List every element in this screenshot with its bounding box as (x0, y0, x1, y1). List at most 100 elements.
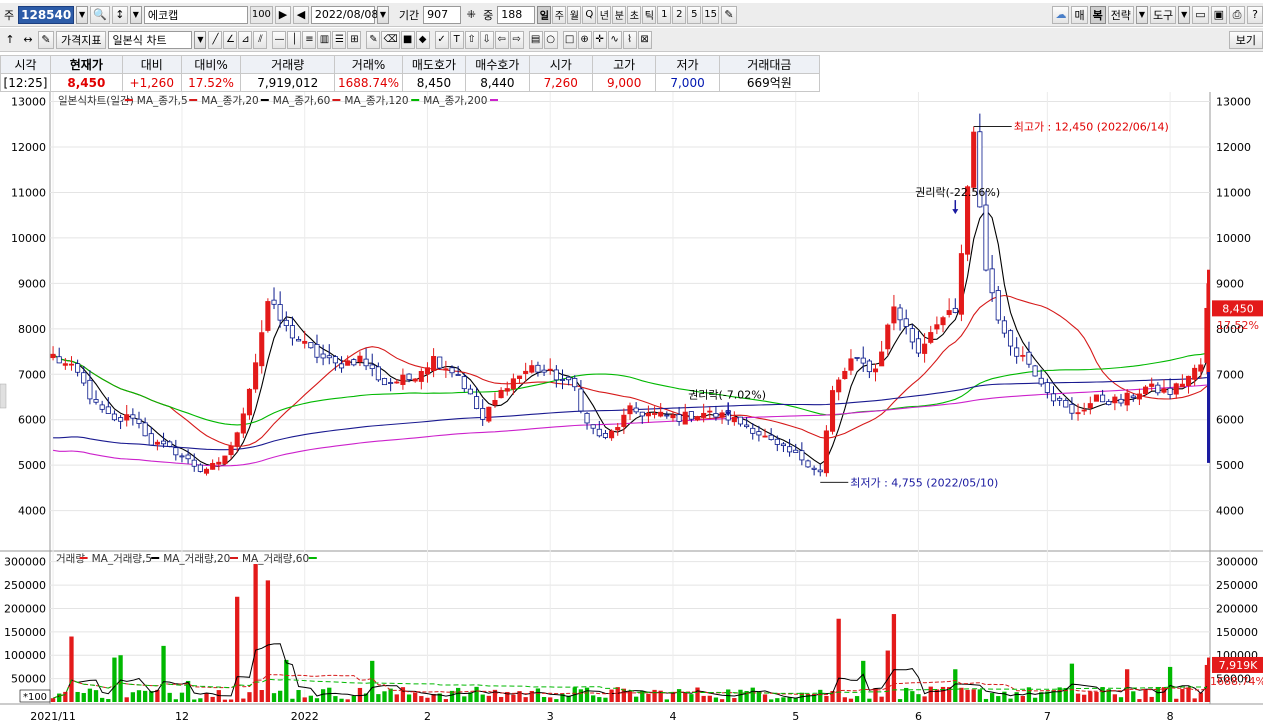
timeframe-button[interactable]: Q (582, 5, 597, 24)
save-icon[interactable]: ▣ (1210, 5, 1227, 24)
strategy-dropdown-icon[interactable]: ▼ (1135, 5, 1148, 24)
candle-body (915, 338, 922, 354)
buy-sell-button[interactable]: 매 (1071, 5, 1088, 24)
folder-icon[interactable]: ▭ (1192, 5, 1209, 24)
candle-body (737, 416, 744, 425)
marker-tool-icon[interactable]: ◆ (415, 30, 430, 49)
print-icon[interactable]: ⎙ (1229, 5, 1245, 24)
down-arrow-tool-icon[interactable]: ⇩ (479, 30, 494, 49)
sort-icon[interactable]: ↕ (111, 5, 128, 24)
timeframe-button[interactable]: 월 (567, 5, 582, 24)
line-tool-icon[interactable]: ╱ (208, 30, 223, 49)
volume-tick-label: 150000 (4, 626, 46, 639)
candle-body (836, 379, 842, 393)
tools-dropdown-icon[interactable]: ▼ (1178, 5, 1191, 24)
candle-body (750, 427, 756, 434)
timeframe-button[interactable]: 주 (552, 5, 567, 24)
volume-bar (247, 692, 252, 702)
volume-bar (824, 696, 829, 702)
channel-tool-icon[interactable]: ☰ (332, 30, 347, 49)
candle-body (265, 301, 271, 331)
grid-tool-icon[interactable]: ▥ (317, 30, 332, 49)
timeframe-button[interactable]: 15 (702, 5, 720, 24)
sort-dropdown-icon[interactable]: ▼ (129, 5, 142, 24)
next-stock-button[interactable]: ▶ (274, 5, 291, 24)
strategy-button[interactable]: 전략 (1107, 5, 1134, 24)
chart-type-select[interactable]: 일본식 차트 (108, 30, 193, 49)
timeframe-button[interactable]: 년 (597, 5, 612, 24)
volume-bar (1118, 697, 1124, 702)
period-input[interactable]: 907 (423, 5, 462, 24)
volume-bar (781, 697, 786, 702)
crosshair-tool-icon[interactable]: ✛ (592, 30, 607, 49)
stamp-tool-icon[interactable]: ✓ (434, 30, 449, 49)
gann-tool-icon[interactable]: ⊞ (347, 30, 362, 49)
candle-body (437, 356, 443, 369)
stock-name-field[interactable]: 에코캡 (143, 5, 248, 24)
left-arrow-tool-icon[interactable]: ⇦ (494, 30, 509, 49)
timeframe-button[interactable]: 1 (657, 5, 672, 24)
text-tool-icon[interactable]: T (449, 30, 464, 49)
wave-tool-icon[interactable]: ∿ (607, 30, 622, 49)
search-icon[interactable]: 🔍 (90, 5, 110, 24)
edit-icon[interactable]: ✎ (38, 30, 54, 49)
scroll-up-icon[interactable]: ↑ (2, 31, 18, 49)
candle-body (498, 389, 504, 399)
price-volume-chart[interactable]: 4000 40005000 50006000 60007000 70008000 8000… (0, 92, 1263, 723)
candle-body (381, 378, 388, 386)
multi-button[interactable]: 복 (1089, 5, 1106, 24)
quote-header-cell: 대비% (180, 55, 242, 74)
volume-bar (591, 695, 596, 702)
candle-body (940, 317, 946, 326)
cloud-icon[interactable]: ☁ (1052, 5, 1070, 24)
fan-tool-icon[interactable]: ⫽ (253, 30, 268, 49)
color-tool-icon[interactable]: ■ (400, 30, 415, 49)
circle-tool-icon[interactable]: ○ (543, 30, 558, 49)
pen-tool-icon[interactable]: ✎ (366, 30, 381, 49)
settings-wrench-icon[interactable]: ✎ (721, 5, 738, 24)
expand-width-icon[interactable]: ↔ (20, 31, 36, 49)
volume-bar (811, 695, 817, 702)
rect-tool-icon[interactable]: □ (562, 30, 577, 49)
volume-bar (259, 690, 264, 702)
price-indicator-button[interactable]: 가격지표 (56, 30, 107, 49)
hline-tool-icon[interactable]: — (272, 30, 287, 49)
candle-body (885, 324, 891, 350)
date-dropdown-icon[interactable]: ▼ (376, 5, 389, 24)
timeframe-button[interactable]: 틱 (642, 5, 657, 24)
period-stepper-icon[interactable]: ⁜ (463, 6, 479, 24)
zigzag-tool-icon[interactable]: ⌇ (622, 30, 637, 49)
volume-bar (977, 689, 982, 702)
prev-stock-button[interactable]: ◀ (292, 5, 309, 24)
candle-body (191, 459, 197, 467)
timeframe-button[interactable]: 초 (627, 5, 642, 24)
mid-input[interactable]: 188 (497, 5, 536, 24)
timeframe-button[interactable]: 일 (537, 5, 552, 24)
date-field[interactable]: 2022/08/08 (310, 5, 378, 24)
fib-tool-icon[interactable]: ≡ (302, 30, 317, 49)
timeframe-button[interactable]: 5 (687, 5, 702, 24)
note-tool-icon[interactable]: ▤ (528, 30, 543, 49)
eraser-tool-icon[interactable]: ⌫ (381, 30, 400, 49)
trend-tool-icon[interactable]: ⊿ (238, 30, 253, 49)
tools-button[interactable]: 도구 (1149, 5, 1177, 24)
zoom-tool-icon[interactable]: ⊕ (577, 30, 592, 49)
volume-bar (320, 689, 326, 702)
view-button[interactable]: 보기 (1228, 30, 1263, 49)
right-arrow-tool-icon[interactable]: ⇨ (509, 30, 524, 49)
angle-tool-icon[interactable]: ∠ (223, 30, 238, 49)
x-tick-label: 8 (1167, 710, 1174, 723)
volume-bar (222, 699, 228, 702)
stock-code-dropdown-icon[interactable]: ▼ (76, 5, 89, 24)
volume-bar (376, 694, 381, 702)
chart-type-dropdown-icon[interactable]: ▼ (194, 30, 207, 49)
vline-tool-icon[interactable]: │ (287, 30, 302, 49)
timeframe-button[interactable]: 2 (672, 5, 687, 24)
up-arrow-tool-icon[interactable]: ⇧ (464, 30, 479, 49)
timeframe-button[interactable]: 분 (612, 5, 627, 24)
stock-code-input[interactable]: 128540 (18, 5, 75, 24)
candle-body (1032, 365, 1038, 377)
help-icon[interactable]: ? (1247, 5, 1263, 24)
volume-bar (928, 686, 933, 702)
clear-tool-icon[interactable]: ⊠ (637, 30, 652, 49)
